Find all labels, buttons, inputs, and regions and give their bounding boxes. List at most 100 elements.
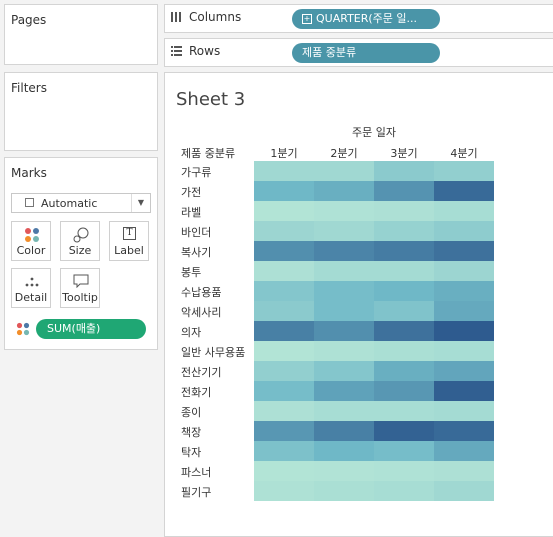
heatmap-cell[interactable] (374, 161, 434, 181)
color-button[interactable]: Color (11, 221, 51, 261)
heatmap-cell[interactable] (314, 281, 374, 301)
heatmap-cell[interactable] (314, 321, 374, 341)
pages-card: Pages (4, 4, 158, 65)
heatmap-cell[interactable] (314, 441, 374, 461)
heatmap-cell[interactable] (254, 261, 314, 281)
heatmap-cell[interactable] (434, 241, 494, 261)
heatmap-cell[interactable] (314, 301, 374, 321)
label-label: Label (114, 244, 144, 257)
heatmap-cell[interactable] (254, 161, 314, 181)
heatmap-cell[interactable] (374, 281, 434, 301)
heatmap-cell[interactable] (314, 361, 374, 381)
label-button[interactable]: T Label (109, 221, 149, 261)
heatmap-cell[interactable] (254, 241, 314, 261)
heatmap-cell[interactable] (314, 381, 374, 401)
heatmap-cell[interactable] (374, 361, 434, 381)
plus-icon: + (302, 14, 312, 24)
row-label: 일반 사무용품 (181, 346, 246, 359)
heatmap-cell[interactable] (434, 201, 494, 221)
heatmap-cell[interactable] (254, 421, 314, 441)
heatmap-cell[interactable] (434, 341, 494, 361)
rows-shelf[interactable]: Rows 제품 중분류 (164, 38, 553, 67)
heatmap-cell[interactable] (254, 181, 314, 201)
row-label: 파스너 (181, 466, 212, 479)
row-label: 수납용품 (181, 286, 222, 299)
heatmap-cell[interactable] (374, 421, 434, 441)
row-label: 탁자 (181, 446, 202, 459)
sheet-title: Sheet 3 (176, 89, 246, 110)
heatmap-cell[interactable] (374, 461, 434, 481)
heatmap-cell[interactable] (434, 261, 494, 281)
heatmap-cell[interactable] (434, 421, 494, 441)
heatmap-cell[interactable] (314, 401, 374, 421)
heatmap-cell[interactable] (434, 481, 494, 501)
heatmap-cell[interactable] (434, 221, 494, 241)
heatmap-cell[interactable] (374, 401, 434, 421)
heatmap-cell[interactable] (314, 241, 374, 261)
heatmap-cell[interactable] (434, 281, 494, 301)
heatmap-cell[interactable] (374, 221, 434, 241)
heatmap-cell[interactable] (374, 181, 434, 201)
heatmap-cell[interactable] (254, 381, 314, 401)
heatmap-cell[interactable] (434, 361, 494, 381)
heatmap-cell[interactable] (314, 421, 374, 441)
heatmap-cell[interactable] (314, 341, 374, 361)
quarter-pill[interactable]: + QUARTER(주문 일... (292, 9, 440, 29)
heatmap-cell[interactable] (374, 301, 434, 321)
sum-sales-pill[interactable]: SUM(매출) (36, 319, 146, 339)
heatmap-cell[interactable] (314, 201, 374, 221)
heatmap-cell[interactable] (374, 321, 434, 341)
heatmap-cell[interactable] (374, 261, 434, 281)
heatmap-cell[interactable] (314, 221, 374, 241)
heatmap-cell[interactable] (434, 321, 494, 341)
category-pill[interactable]: 제품 중분류 (292, 43, 440, 63)
heatmap-cell[interactable] (434, 381, 494, 401)
rows-shelf-label: Rows (171, 44, 220, 58)
heatmap-cell[interactable] (434, 181, 494, 201)
size-button[interactable]: Size (60, 221, 100, 261)
color-icon (25, 228, 39, 242)
heatmap-cell[interactable] (254, 481, 314, 501)
heatmap-cell[interactable] (434, 461, 494, 481)
mark-type-dropdown[interactable]: Automatic ▼ (11, 193, 151, 213)
heatmap-cell[interactable] (254, 301, 314, 321)
row-label: 가전 (181, 186, 202, 199)
size-icon (73, 227, 89, 243)
heatmap-cell[interactable] (254, 441, 314, 461)
heatmap-cell[interactable] (254, 321, 314, 341)
heatmap-cell[interactable] (374, 441, 434, 461)
heatmap-cell[interactable] (254, 341, 314, 361)
chevron-down-icon[interactable]: ▼ (131, 194, 150, 212)
heatmap-cell[interactable] (254, 221, 314, 241)
heatmap-cell[interactable] (254, 201, 314, 221)
heatmap-cell[interactable] (314, 461, 374, 481)
heatmap-cell[interactable] (374, 381, 434, 401)
columns-shelf[interactable]: Columns + QUARTER(주문 일... (164, 4, 553, 33)
filters-card[interactable]: Filters (4, 72, 158, 151)
heatmap-cell[interactable] (314, 161, 374, 181)
color-encoding-icon (16, 322, 30, 336)
row-label: 라벨 (181, 206, 202, 219)
heatmap-cell[interactable] (374, 341, 434, 361)
heatmap-cell[interactable] (254, 461, 314, 481)
heatmap-cell[interactable] (434, 301, 494, 321)
heatmap-cell[interactable] (254, 281, 314, 301)
detail-label: Detail (14, 291, 48, 304)
heatmap-cell[interactable] (434, 441, 494, 461)
column-header-1: 1분기 (270, 147, 298, 160)
heatmap-cell[interactable] (374, 481, 434, 501)
heatmap-cell[interactable] (314, 181, 374, 201)
tooltip-button[interactable]: Tooltip (60, 268, 100, 308)
heatmap-cell[interactable] (314, 261, 374, 281)
heatmap-cell[interactable] (254, 401, 314, 421)
column-header-4: 4분기 (450, 147, 478, 160)
heatmap-cell[interactable] (374, 201, 434, 221)
row-label: 바인더 (181, 226, 212, 239)
heatmap-cell[interactable] (254, 361, 314, 381)
detail-button[interactable]: Detail (11, 268, 51, 308)
heatmap-cell[interactable] (434, 161, 494, 181)
rows-label: Rows (189, 44, 221, 58)
heatmap-cell[interactable] (374, 241, 434, 261)
heatmap-cell[interactable] (434, 401, 494, 421)
heatmap-cell[interactable] (314, 481, 374, 501)
